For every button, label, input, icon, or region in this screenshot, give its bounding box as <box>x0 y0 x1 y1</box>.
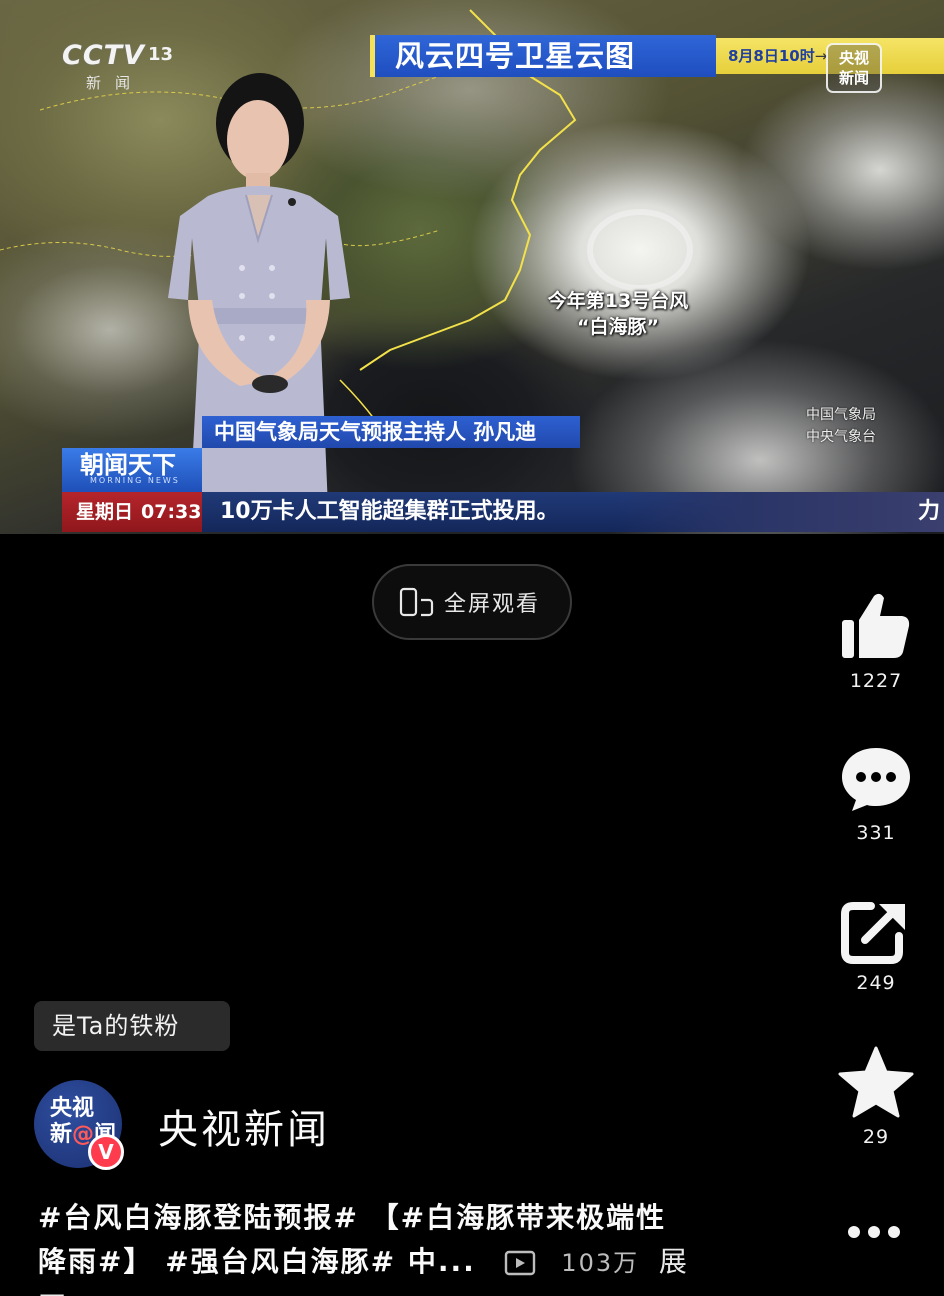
video-player[interactable]: CCTV 13 新闻 风云四号卫星云图 8月8日10时→ 央视 新闻 今年第13… <box>0 0 944 534</box>
comment-bubble-icon <box>842 748 910 811</box>
like-count: 1227 <box>849 670 903 692</box>
show-logo: 朝闻天下 MORNING NEWS <box>62 448 202 492</box>
share-icon <box>841 902 905 964</box>
cma-watermark: 中国气象局 中央气象台 <box>806 407 876 445</box>
weekday-time-box: 星期日 07:33 <box>62 492 202 532</box>
comment-button[interactable]: 331 <box>830 744 922 844</box>
typhoon-label: 今年第13号台风 “白海豚” <box>547 290 689 338</box>
play-count-icon <box>504 1250 535 1276</box>
video-caption[interactable]: #台风白海豚登陆预报# 【#白海豚带来极端性 降雨#】 #强台风白海豚# 中..… <box>38 1196 718 1296</box>
caption-line-1: #台风白海豚登陆预报# 【#白海豚带来极端性 <box>38 1201 667 1234</box>
yangshi-news-watermark: 央视 新闻 <box>826 43 882 93</box>
comment-count: 331 <box>856 822 896 844</box>
author-name[interactable]: 央视新闻 <box>158 1097 330 1155</box>
view-count: 103万 <box>561 1249 640 1277</box>
fan-badge[interactable]: 是Ta的铁粉 <box>34 1001 230 1051</box>
thumbs-up-icon <box>842 593 910 658</box>
fullscreen-button[interactable]: 全屏观看 <box>372 564 572 640</box>
share-count: 249 <box>856 972 896 994</box>
satellite-title: 风云四号卫星云图 <box>370 35 716 77</box>
host-name-caption: 中国气象局天气预报主持人 孙凡迪 <box>202 416 580 448</box>
like-button[interactable]: 1227 <box>830 592 922 692</box>
favorite-button[interactable]: 29 <box>830 1046 922 1148</box>
fullscreen-label: 全屏观看 <box>444 592 541 617</box>
caption-line-2: 降雨#】 #强台风白海豚# 中... <box>38 1245 476 1278</box>
star-icon <box>838 1046 914 1118</box>
news-ticker: 10万卡人工智能超集群正式投用。 力 <box>202 492 944 532</box>
more-options-icon[interactable] <box>836 1214 916 1250</box>
verified-badge: V <box>88 1134 124 1170</box>
rotate-phone-icon <box>399 587 434 617</box>
favorite-count: 29 <box>862 1126 890 1148</box>
share-button[interactable]: 249 <box>830 898 922 994</box>
